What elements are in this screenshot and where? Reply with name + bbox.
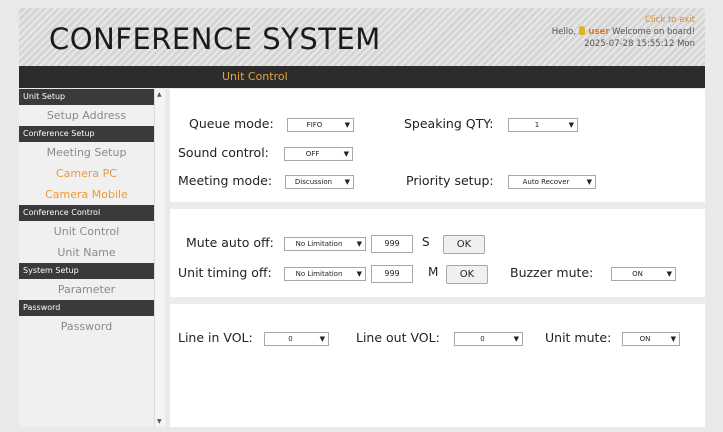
mute-auto-off-unit: S: [422, 235, 430, 249]
mute-auto-off-select-value: No Limitation: [295, 240, 343, 248]
sidebar-item-password[interactable]: Password: [19, 316, 154, 337]
nav-bar: Unit Control: [19, 66, 705, 88]
meeting-mode-select[interactable]: Discussion ▼: [285, 175, 354, 189]
buzzer-mute-value: ON: [632, 270, 643, 278]
line-in-vol-value: 0: [288, 335, 293, 343]
unit-timing-off-unit: M: [428, 265, 439, 279]
user-name: user: [588, 27, 610, 37]
sidebar-item-setup-address[interactable]: Setup Address: [19, 105, 154, 126]
greeting-text: Hello,: [551, 27, 576, 37]
queue-mode-value: FIFO: [306, 121, 323, 129]
line-out-vol-select[interactable]: 0 ▼: [454, 332, 523, 346]
chevron-down-icon: ▼: [356, 240, 362, 248]
speaking-qty-label: Speaking QTY:: [404, 116, 494, 131]
line-in-vol-select[interactable]: 0 ▼: [264, 332, 329, 346]
sidebar-section-unit-setup[interactable]: Unit Setup: [19, 89, 154, 105]
app-title: CONFERENCE SYSTEM: [49, 22, 381, 56]
line-in-vol-label: Line in VOL:: [178, 330, 253, 345]
header: CONFERENCE SYSTEM Click to exit Hello, u…: [19, 8, 705, 66]
meeting-mode-label: Meeting mode:: [178, 173, 273, 188]
section-divider: [170, 297, 705, 304]
priority-setup-select[interactable]: Auto Recover ▼: [508, 175, 596, 189]
unit-timing-off-select-value: No Limitation: [295, 270, 343, 278]
sidebar: Unit Setup Setup Address Conference Setu…: [19, 89, 155, 427]
unit-timing-off-select[interactable]: No Limitation ▼: [284, 267, 366, 281]
priority-setup-label: Priority setup:: [406, 173, 494, 188]
chevron-down-icon: ▼: [568, 121, 574, 129]
datetime: 2025-07-28 15:55:12 Mon: [584, 39, 695, 49]
chevron-down-icon: ▼: [670, 335, 676, 343]
user-info: Click to exit Hello, user Welcome on boa…: [552, 14, 695, 50]
meeting-mode-value: Discussion: [294, 178, 333, 186]
line-out-vol-label: Line out VOL:: [356, 330, 440, 345]
unit-mute-value: ON: [639, 335, 651, 343]
chevron-down-icon: ▼: [319, 335, 325, 343]
unit-mute-select[interactable]: ON ▼: [622, 332, 680, 346]
sidebar-item-unit-control[interactable]: Unit Control: [19, 221, 154, 242]
chevron-down-icon: ▼: [344, 178, 350, 186]
scroll-down-icon[interactable]: ▼: [157, 418, 162, 425]
sidebar-scrollbar[interactable]: ▲ ▼: [154, 89, 165, 427]
mute-auto-off-input[interactable]: 999: [371, 235, 413, 253]
chevron-down-icon: ▼: [356, 270, 362, 278]
sidebar-section-conference-control[interactable]: Conference Control: [19, 205, 154, 221]
welcome-text: Welcome on board!: [612, 27, 695, 37]
app-window: CONFERENCE SYSTEM Click to exit Hello, u…: [0, 0, 723, 432]
page-title: Unit Control: [222, 70, 288, 83]
buzzer-mute-label: Buzzer mute:: [510, 265, 594, 280]
mute-auto-off-label: Mute auto off:: [186, 235, 274, 250]
chevron-down-icon: ▼: [343, 150, 349, 158]
sidebar-item-unit-name[interactable]: Unit Name: [19, 242, 154, 263]
unit-mute-label: Unit mute:: [545, 330, 612, 345]
sidebar-item-meeting-setup[interactable]: Meeting Setup: [19, 142, 154, 163]
sound-control-select[interactable]: OFF ▼: [284, 147, 353, 161]
main-panel: Queue mode: FIFO ▼ Speaking QTY: 1 ▼ Sound…: [170, 89, 705, 427]
speaking-qty-select[interactable]: 1 ▼: [508, 118, 578, 132]
user-icon: [578, 26, 585, 35]
buzzer-mute-select[interactable]: ON ▼: [611, 267, 676, 281]
chevron-down-icon: ▼: [344, 121, 350, 129]
sidebar-section-system-setup[interactable]: System Setup: [19, 263, 154, 279]
mute-auto-off-select[interactable]: No Limitation ▼: [284, 237, 366, 251]
queue-mode-label: Queue mode:: [189, 116, 274, 131]
section-divider: [170, 202, 705, 209]
mute-auto-off-ok-button[interactable]: OK: [443, 235, 485, 254]
chevron-down-icon: ▼: [666, 270, 672, 278]
exit-link[interactable]: Click to exit: [645, 15, 695, 25]
scroll-up-icon[interactable]: ▲: [157, 91, 162, 98]
queue-mode-select[interactable]: FIFO ▼: [287, 118, 354, 132]
line-out-vol-value: 0: [480, 335, 485, 343]
unit-timing-off-label: Unit timing off:: [178, 265, 272, 280]
speaking-qty-value: 1: [534, 121, 540, 129]
chevron-down-icon: ▼: [586, 178, 592, 186]
sidebar-item-parameter[interactable]: Parameter: [19, 279, 154, 300]
sidebar-section-conference-setup[interactable]: Conference Setup: [19, 126, 154, 142]
chevron-down-icon: ▼: [513, 335, 519, 343]
sidebar-section-password[interactable]: Password: [19, 300, 154, 316]
unit-timing-off-input[interactable]: 999: [371, 265, 413, 283]
sound-control-value: OFF: [305, 150, 320, 158]
priority-setup-value: Auto Recover: [522, 178, 570, 186]
sidebar-item-camera-pc[interactable]: Camera PC: [19, 163, 154, 184]
sound-control-label: Sound control:: [178, 145, 269, 160]
sidebar-item-camera-mobile[interactable]: Camera Mobile: [19, 184, 154, 205]
unit-timing-off-ok-button[interactable]: OK: [446, 265, 488, 284]
